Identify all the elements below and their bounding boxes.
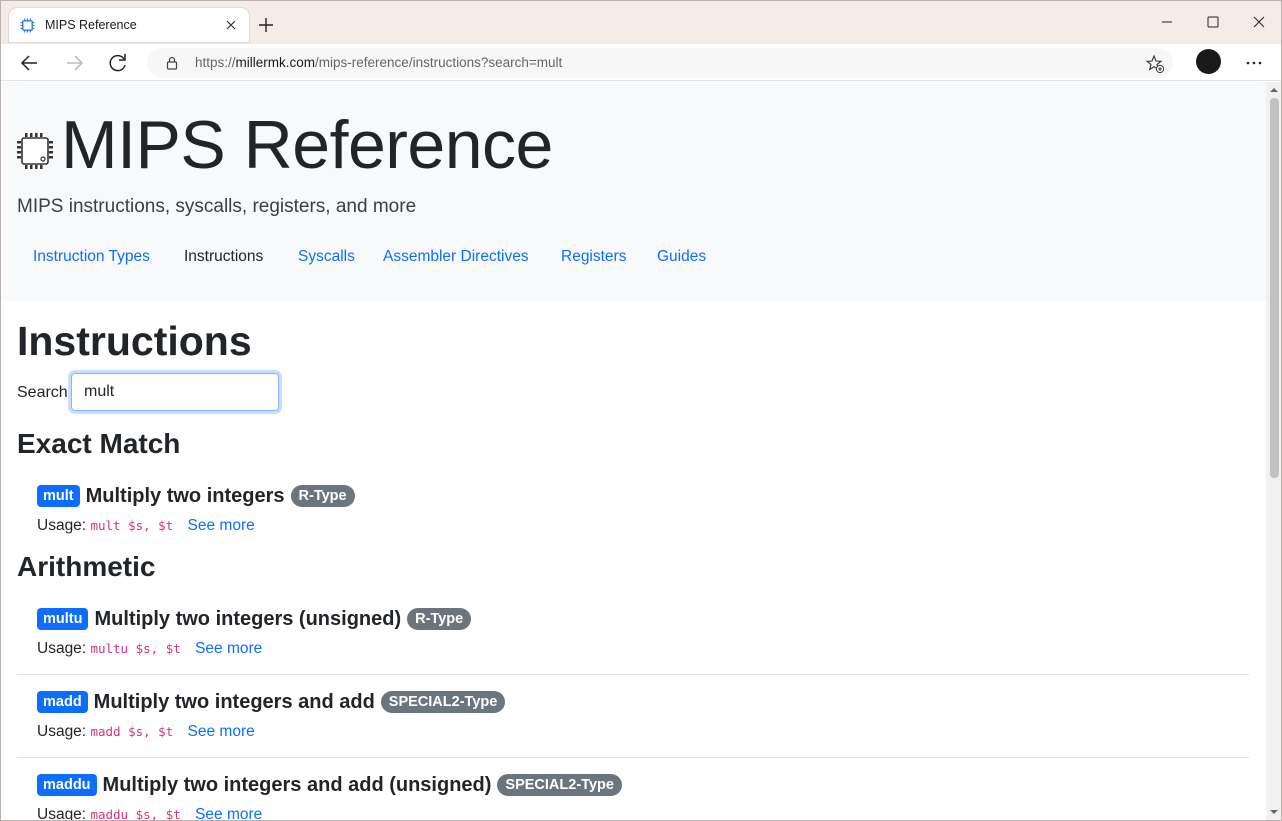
url-text[interactable]: https://millermk.com/mips-reference/inst…	[195, 55, 562, 70]
add-favorite-icon[interactable]	[1145, 54, 1165, 74]
scroll-up-arrow-icon[interactable]	[1270, 86, 1278, 94]
see-more-link[interactable]: See more	[195, 806, 262, 820]
usage-line: Usage: multu $s, $t See more	[37, 640, 262, 658]
chip-logo-icon	[17, 133, 53, 169]
nav-syscalls[interactable]: Syscalls	[298, 248, 355, 266]
mnemonic-badge: multu	[37, 608, 89, 630]
lock-icon[interactable]	[165, 56, 179, 70]
usage-code: multu $s, $t	[90, 641, 181, 656]
browser-window: MIPS Reference https://millermk.com/mips…	[0, 0, 1282, 821]
usage-label: Usage:	[37, 517, 87, 534]
mnemonic-badge: mult	[37, 485, 80, 507]
type-badge: R-Type	[407, 608, 472, 630]
mnemonic-badge: madd	[37, 691, 88, 713]
address-toolbar: https://millermk.com/mips-reference/inst…	[1, 44, 1281, 81]
type-badge: R-Type	[290, 485, 355, 507]
mnemonic-badge: maddu	[37, 774, 97, 796]
usage-code: madd $s, $t	[90, 724, 174, 739]
site-header: MIPS Reference MIPS instructions, syscal…	[1, 82, 1266, 301]
instruction-description: Multiply two integers and add	[93, 690, 375, 713]
usage-line: Usage: maddu $s, $t See more	[37, 806, 262, 821]
instruction-header: mult Multiply two integers R-Type	[37, 483, 355, 509]
chip-favicon-icon	[20, 18, 35, 33]
search-input[interactable]	[71, 373, 279, 411]
close-tab-icon[interactable]	[221, 15, 241, 35]
instruction-description: Multiply two integers	[85, 484, 285, 507]
see-more-link[interactable]: See more	[188, 723, 255, 740]
close-window-icon[interactable]	[1245, 10, 1273, 34]
usage-label: Usage:	[37, 640, 87, 657]
new-tab-icon[interactable]	[255, 14, 277, 36]
nav-registers[interactable]: Registers	[561, 248, 626, 266]
forward-arrow-icon[interactable]	[61, 50, 87, 76]
section-heading-exact-match: Exact Match	[17, 428, 181, 459]
usage-line: Usage: mult $s, $t See more	[37, 517, 255, 535]
refresh-icon[interactable]	[105, 50, 131, 76]
nav-assembler-directives[interactable]: Assembler Directives	[383, 248, 529, 266]
minimize-icon[interactable]	[1153, 10, 1181, 34]
site-title: MIPS Reference	[61, 107, 553, 183]
browser-tab[interactable]: MIPS Reference	[9, 8, 249, 42]
scroll-down-arrow-icon[interactable]	[1270, 808, 1278, 816]
instruction-description: Multiply two integers and add (unsigned)	[102, 773, 492, 796]
page-title: Instructions	[17, 318, 252, 364]
instruction-header: madd Multiply two integers and add SPECI…	[37, 689, 506, 715]
usage-label: Usage:	[37, 806, 87, 821]
see-more-link[interactable]: See more	[188, 517, 255, 534]
see-more-link[interactable]: See more	[195, 640, 262, 657]
more-options-icon[interactable]	[1241, 50, 1267, 76]
instruction-header: multu Multiply two integers (unsigned) R…	[37, 606, 472, 632]
item-divider	[17, 674, 1249, 675]
usage-code: maddu $s, $t	[90, 807, 181, 821]
address-bar[interactable]: https://millermk.com/mips-reference/inst…	[147, 48, 1173, 78]
vertical-scrollbar[interactable]	[1266, 82, 1281, 820]
maximize-icon[interactable]	[1199, 10, 1227, 34]
usage-line: Usage: madd $s, $t See more	[37, 723, 255, 741]
usage-label: Usage:	[37, 723, 87, 740]
usage-code: mult $s, $t	[90, 518, 174, 533]
nav-instruction-types[interactable]: Instruction Types	[33, 248, 150, 266]
type-badge: SPECIAL2-Type	[380, 691, 506, 713]
type-badge: SPECIAL2-Type	[497, 774, 622, 796]
section-heading-arithmetic: Arithmetic	[17, 551, 156, 582]
nav-instructions[interactable]: Instructions	[184, 248, 263, 266]
page-viewport: MIPS Reference MIPS instructions, syscal…	[1, 82, 1266, 821]
instruction-header: maddu Multiply two integers and add (uns…	[37, 772, 622, 798]
item-divider	[17, 757, 1249, 758]
nav-guides[interactable]: Guides	[657, 248, 706, 266]
back-arrow-icon[interactable]	[17, 50, 43, 76]
search-label: Search	[17, 384, 68, 401]
site-subtitle: MIPS instructions, syscalls, registers, …	[17, 196, 417, 217]
tab-title: MIPS Reference	[45, 18, 137, 32]
instruction-description: Multiply two integers (unsigned)	[94, 607, 402, 630]
profile-avatar[interactable]	[1196, 49, 1221, 74]
tab-bar: MIPS Reference	[1, 1, 1281, 44]
scrollbar-thumb[interactable]	[1270, 98, 1279, 478]
